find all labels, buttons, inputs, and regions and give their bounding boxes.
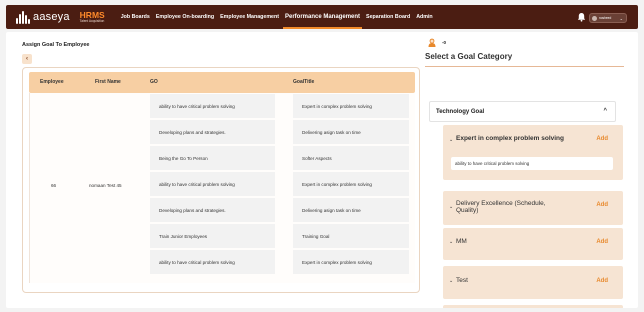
logo-icon bbox=[16, 10, 30, 24]
goal-name: Expert in complex problem solving bbox=[456, 135, 564, 142]
goal-category-panel: Technology Goal ^ ⌄ Expert in complex pr… bbox=[425, 66, 624, 308]
goal-title-cell: Softer Aspects bbox=[293, 146, 409, 170]
add-goal-button[interactable]: Add bbox=[596, 239, 608, 245]
goal-name: Test bbox=[456, 277, 468, 284]
user-avatar-icon bbox=[428, 38, 436, 47]
avatar bbox=[592, 15, 597, 21]
nav-job-boards[interactable]: Job Boards bbox=[118, 5, 153, 29]
go-cell: ability to have critical problem solving bbox=[150, 250, 275, 274]
column-header-goal-title: GoalTitle bbox=[293, 79, 315, 85]
score-value: -0 bbox=[442, 40, 447, 45]
product-title: HRMS bbox=[79, 9, 105, 20]
goal-name: MM bbox=[456, 238, 467, 245]
goal-title-cell: Training Goal bbox=[293, 224, 409, 248]
go-cell: Train Junior Employees bbox=[150, 224, 275, 248]
nav-employee-onboarding[interactable]: Employee On-boarding bbox=[153, 5, 217, 29]
category-name: Technology Goal bbox=[436, 108, 485, 115]
goal-title-cell: Expert in complex problem solving bbox=[293, 94, 409, 118]
product-subtitle: Talent Acquisition bbox=[79, 19, 105, 24]
product-brand: HRMS Talent Acquisition bbox=[80, 11, 105, 24]
main-nav: Job Boards Employee On-boarding Employee… bbox=[118, 5, 436, 29]
chevron-down-icon: ⌄ bbox=[449, 239, 454, 245]
column-header-first-name: First Name bbox=[95, 79, 121, 85]
add-goal-button[interactable]: Add bbox=[596, 136, 608, 142]
bell-icon[interactable] bbox=[577, 12, 586, 22]
add-goal-button[interactable]: Add bbox=[596, 278, 608, 284]
chevron-down-icon: ⌄ bbox=[449, 278, 454, 284]
goal-category-title: Select a Goal Category bbox=[425, 52, 513, 61]
goal-title-cell: Expert in complex problem solving bbox=[293, 172, 409, 196]
goal-item[interactable]: ⌄ Test Add bbox=[443, 266, 623, 299]
table-header: Employee First Name GO GoalTitle bbox=[29, 72, 415, 93]
goal-item[interactable]: ⌄ Expert in complex problem solving Add … bbox=[443, 125, 623, 180]
nav-separation-board[interactable]: Separation Board bbox=[363, 5, 413, 29]
column-header-employee: Employee bbox=[40, 79, 64, 85]
back-button[interactable]: ‹ bbox=[22, 54, 32, 64]
nav-admin[interactable]: Admin bbox=[413, 5, 435, 29]
go-cell: ability to have critical problem solving bbox=[150, 94, 275, 118]
chevron-left-icon: ‹ bbox=[26, 56, 28, 62]
employee-id-cell: 66 bbox=[51, 183, 57, 188]
goal-name: Delivery Excellence (Schedule, Quality) bbox=[456, 200, 546, 214]
page-title: Assign Goal To Employee bbox=[22, 42, 90, 48]
logo-text: aaseya bbox=[33, 11, 70, 23]
add-goal-button[interactable]: Add bbox=[596, 202, 608, 208]
company-logo[interactable]: aaseya bbox=[16, 10, 70, 24]
goal-item[interactable]: ⌄ Delivery Excellence (Schedule, Quality… bbox=[443, 191, 623, 225]
goal-item[interactable]: ⌄ MM Add bbox=[443, 228, 623, 260]
go-cell: Being the Go To Person bbox=[150, 146, 275, 170]
nav-performance-management[interactable]: Performance Management bbox=[282, 5, 363, 29]
chevron-up-icon: ^ bbox=[603, 108, 607, 114]
goal-item[interactable] bbox=[443, 305, 623, 308]
go-cell: Developing plans and strategies. bbox=[150, 120, 275, 144]
goal-title-cell: Delivering asign task on time bbox=[293, 198, 409, 222]
nav-employee-management[interactable]: Employee Management bbox=[217, 5, 282, 29]
goal-title-cell: Delivering asign task on time bbox=[293, 120, 409, 144]
table-body: 66 nomaan Test 45 ability to have critic… bbox=[29, 93, 415, 283]
goal-title-cell: Expert in complex problem solving bbox=[293, 250, 409, 274]
chevron-down-icon: ⌄ bbox=[619, 15, 623, 21]
goals-table: Employee First Name GO GoalTitle 66 noma… bbox=[22, 67, 420, 293]
goal-detail: ability to have critical problem solving bbox=[451, 157, 613, 170]
user-menu[interactable]: nosheed ⌄ bbox=[589, 13, 627, 23]
user-name: nosheed bbox=[599, 16, 612, 20]
go-cell: ability to have critical problem solving bbox=[150, 172, 275, 196]
category-technology-goal[interactable]: Technology Goal ^ bbox=[429, 101, 616, 122]
chevron-down-icon: ⌄ bbox=[449, 204, 454, 210]
go-cell: Developing plans and strategies. bbox=[150, 198, 275, 222]
first-name-cell: nomaan Test 45 bbox=[89, 183, 122, 188]
top-navbar: aaseya HRMS Talent Acquisition Job Board… bbox=[6, 5, 638, 29]
chevron-down-icon: ⌄ bbox=[449, 137, 454, 143]
column-header-go: GO bbox=[150, 79, 158, 85]
